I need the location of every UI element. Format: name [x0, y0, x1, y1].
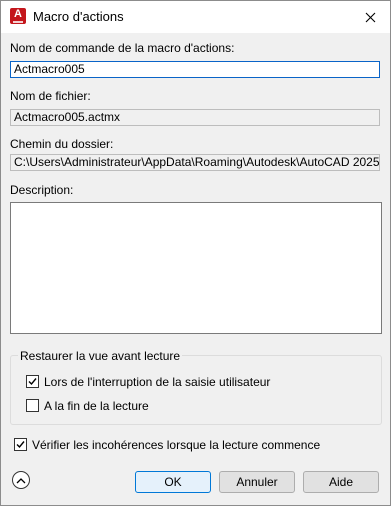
autocad-app-icon: A — [10, 8, 26, 24]
folder-path-label: Chemin du dossier: — [10, 137, 114, 151]
command-name-label: Nom de commande de la macro d'actions: — [10, 41, 235, 55]
restore-view-legend: Restaurer la vue avant lecture — [18, 349, 183, 363]
close-icon — [365, 12, 375, 22]
file-name-label: Nom de fichier: — [10, 89, 91, 103]
description-textarea[interactable] — [10, 202, 382, 334]
end-playback-checkbox[interactable] — [26, 399, 39, 412]
close-button[interactable] — [350, 1, 390, 33]
ok-button[interactable]: OK — [135, 471, 211, 493]
folder-path-field: C:\Users\Administrateur\AppData\Roaming\… — [10, 154, 380, 171]
help-button[interactable]: Aide — [303, 471, 379, 493]
title-bar: A Macro d'actions — [1, 1, 390, 33]
command-name-input[interactable]: Actmacro005 — [10, 61, 380, 78]
macro-dialog: A Macro d'actions Nom de commande de la … — [0, 0, 391, 506]
checkmark-icon — [16, 441, 25, 449]
check-inconsistencies-checkbox[interactable] — [14, 438, 27, 451]
end-playback-checkbox-label[interactable]: A la fin de la lecture — [44, 399, 149, 413]
interrupt-checkbox[interactable] — [26, 375, 39, 388]
collapse-toggle-button[interactable] — [12, 471, 30, 489]
cancel-button[interactable]: Annuler — [219, 471, 295, 493]
file-name-field: Actmacro005.actmx — [10, 109, 380, 126]
description-label: Description: — [10, 183, 74, 197]
interrupt-checkbox-label[interactable]: Lors de l'interruption de la saisie util… — [44, 375, 270, 389]
window-title: Macro d'actions — [33, 9, 124, 24]
checkmark-icon — [28, 378, 37, 386]
chevron-up-icon — [16, 477, 26, 483]
check-inconsistencies-label[interactable]: Vérifier les incohérences lorsque la lec… — [32, 438, 320, 452]
restore-view-group — [10, 355, 382, 425]
